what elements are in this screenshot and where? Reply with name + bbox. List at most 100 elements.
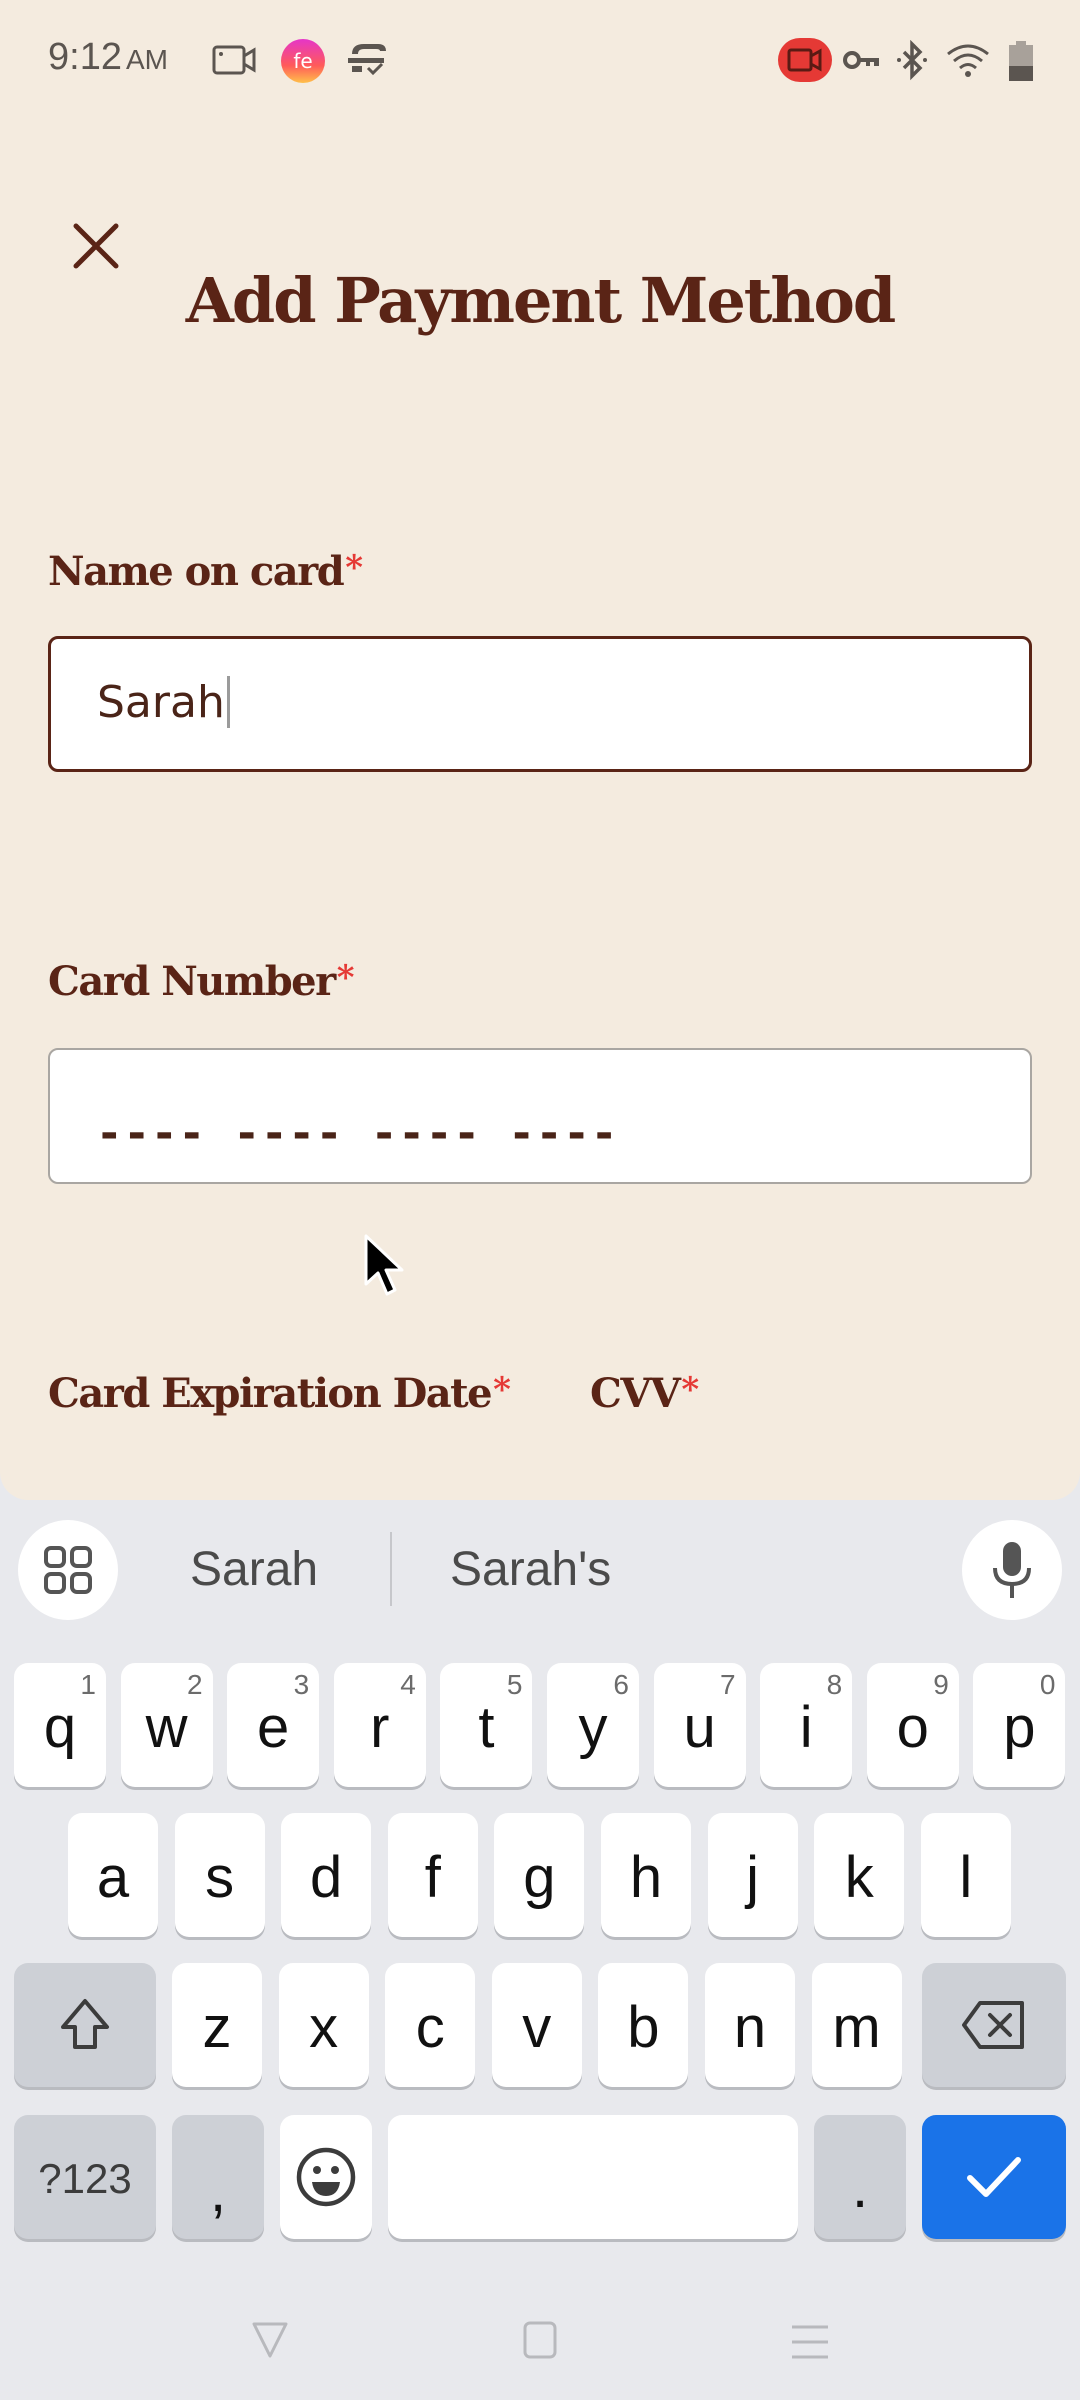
key-j[interactable]: j xyxy=(707,1813,798,1937)
key-label: y xyxy=(578,1694,608,1760)
checkmark-icon xyxy=(967,2157,1021,2197)
bluetooth-icon xyxy=(897,40,927,81)
key-label: e xyxy=(257,1694,290,1760)
key-k[interactable]: k xyxy=(814,1813,905,1937)
name-on-card-label: Name on card* xyxy=(48,548,363,595)
microphone-icon xyxy=(993,1542,1031,1598)
key-label: c xyxy=(415,1994,445,2060)
key-label: l xyxy=(959,1844,973,1910)
key-label: h xyxy=(629,1844,663,1910)
cvv-label: CVV* xyxy=(590,1370,699,1417)
key-label: k xyxy=(844,1844,874,1910)
voice-input-button[interactable] xyxy=(962,1520,1062,1620)
key-label: s xyxy=(205,1844,235,1910)
key-t[interactable]: 5t xyxy=(440,1663,533,1787)
name-value: Sarah xyxy=(97,676,230,728)
wifi-icon xyxy=(947,44,989,77)
key-label: j xyxy=(746,1844,760,1910)
required-mark: * xyxy=(493,1370,511,1410)
recents-icon[interactable] xyxy=(790,2322,830,2362)
key-q[interactable]: 1q xyxy=(14,1663,106,1787)
key-r[interactable]: 4r xyxy=(333,1663,426,1787)
symbols-label: ?123 xyxy=(38,2155,132,2202)
key-label: d xyxy=(310,1844,343,1910)
key-m[interactable]: m xyxy=(811,1963,902,2087)
app-notification-icon: fe xyxy=(281,39,325,83)
period-key[interactable]: . xyxy=(814,2115,906,2239)
key-z[interactable]: z xyxy=(172,1963,262,2087)
suggestion-1[interactable]: Sarah xyxy=(190,1542,318,1597)
emoji-key[interactable] xyxy=(280,2115,372,2239)
card-number-placeholder: ---- ---- ---- ---- xyxy=(96,1108,619,1159)
required-mark: * xyxy=(681,1370,699,1410)
key-hint: 8 xyxy=(826,1669,843,1700)
mouse-pointer-icon xyxy=(364,1234,404,1296)
key-x[interactable]: x xyxy=(278,1963,369,2087)
card-number-input[interactable]: ---- ---- ---- ---- xyxy=(48,1048,1032,1184)
comma-label: , xyxy=(209,2158,227,2224)
required-mark: * xyxy=(336,958,355,998)
key-label: n xyxy=(733,1994,767,2060)
backspace-icon xyxy=(962,2001,1024,2049)
label-text: Card Expiration Date xyxy=(48,1370,493,1417)
symbols-key[interactable]: ?123 xyxy=(14,2115,156,2239)
key-hint: 5 xyxy=(506,1669,523,1700)
key-o[interactable]: 9o xyxy=(866,1663,959,1787)
label-text: CVV xyxy=(590,1370,681,1417)
period-label: . xyxy=(851,2154,869,2220)
key-w[interactable]: 2w xyxy=(120,1663,213,1787)
key-hint: 3 xyxy=(293,1669,310,1700)
key-h[interactable]: h xyxy=(601,1813,691,1937)
key-u[interactable]: 7u xyxy=(653,1663,746,1787)
back-icon[interactable] xyxy=(250,2320,290,2360)
key-s[interactable]: s xyxy=(174,1813,265,1937)
space-key[interactable] xyxy=(388,2115,798,2239)
svg-text:fe: fe xyxy=(293,49,312,73)
key-v[interactable]: v xyxy=(491,1963,582,2087)
status-time: 9:12 AM xyxy=(48,36,168,79)
key-i[interactable]: 8i xyxy=(760,1663,853,1787)
key-p[interactable]: 0p xyxy=(973,1663,1066,1787)
key-l[interactable]: l xyxy=(920,1813,1011,1937)
shift-key[interactable] xyxy=(14,1963,156,2087)
backspace-key[interactable] xyxy=(922,1963,1066,2087)
key-hint: 9 xyxy=(933,1669,949,1700)
required-mark: * xyxy=(345,548,363,588)
key-f[interactable]: f xyxy=(387,1813,478,1937)
ampm-text: AM xyxy=(125,44,168,75)
done-key[interactable] xyxy=(922,2115,1066,2239)
recording-active-icon xyxy=(778,38,832,82)
key-label: z xyxy=(202,1994,232,2060)
key-label: t xyxy=(478,1694,495,1760)
suggestion-2[interactable]: Sarah's xyxy=(450,1542,611,1597)
emoji-icon xyxy=(296,2147,356,2207)
key-label: q xyxy=(43,1694,77,1760)
text-caret xyxy=(226,676,230,728)
key-label: p xyxy=(1003,1694,1036,1760)
key-n[interactable]: n xyxy=(705,1963,795,2087)
battery-icon xyxy=(1009,41,1033,81)
key-hint: 1 xyxy=(80,1669,96,1700)
key-hint: 6 xyxy=(613,1669,629,1700)
apps-grid-button[interactable] xyxy=(18,1520,118,1620)
shift-icon xyxy=(61,1999,109,2049)
key-label: b xyxy=(627,1994,660,2060)
key-y[interactable]: 6y xyxy=(547,1663,639,1787)
key-g[interactable]: g xyxy=(494,1813,585,1937)
home-icon[interactable] xyxy=(522,2320,558,2360)
expiration-date-label: Card Expiration Date* xyxy=(48,1370,511,1417)
key-a[interactable]: a xyxy=(68,1813,158,1937)
key-e[interactable]: 3e xyxy=(227,1663,320,1787)
key-c[interactable]: c xyxy=(385,1963,476,2087)
key-d[interactable]: d xyxy=(281,1813,372,1937)
key-hint: 4 xyxy=(400,1669,416,1700)
sync-check-icon xyxy=(348,44,386,76)
page-title: Add Payment Method xyxy=(185,264,896,337)
label-text: Name on card xyxy=(48,548,345,595)
key-label: a xyxy=(96,1844,130,1910)
comma-key[interactable]: , xyxy=(172,2115,264,2239)
key-b[interactable]: b xyxy=(598,1963,689,2087)
vpn-key-icon xyxy=(843,51,879,69)
name-on-card-input[interactable]: Sarah xyxy=(48,636,1032,772)
key-label: o xyxy=(896,1694,929,1760)
